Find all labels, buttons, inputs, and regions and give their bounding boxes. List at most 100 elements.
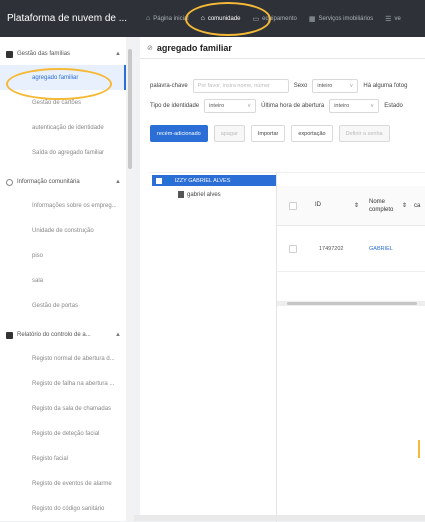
nav-more-label: ve	[394, 15, 401, 22]
bottom-scrollbar[interactable]	[134, 515, 425, 521]
family-icon	[6, 50, 13, 58]
sidebar-item-call-room-log[interactable]: Registo da sala de chamadas	[0, 396, 133, 421]
device-icon: ▭	[252, 15, 260, 23]
new-button[interactable]: recém-adicionado	[150, 125, 208, 142]
sidebar-item-health-code-log[interactable]: Registo do código sanitário	[0, 496, 133, 521]
column-name-label: Nome completo	[369, 198, 394, 213]
chevron-up-icon: ▲	[115, 179, 121, 185]
sidebar-item-cards[interactable]: Gestão de cartões	[0, 90, 133, 115]
delete-button[interactable]: apagar	[213, 125, 245, 142]
tree-toggle-checkbox[interactable]	[156, 177, 162, 184]
nav-real-estate-label: Serviços imobiliários	[318, 15, 374, 22]
row-checkbox[interactable]	[289, 244, 297, 253]
row-id: 17497202	[319, 245, 344, 252]
sidebar-item-household-exit[interactable]: Saída do agregado familiar	[0, 140, 133, 165]
sidebar-item-building-unit[interactable]: Unidade de construção	[0, 218, 133, 243]
tree-node-child[interactable]: gabriel alves	[178, 191, 221, 198]
import-button[interactable]: Importar	[250, 125, 286, 142]
sidebar-group-access-report[interactable]: Relatório do controlo de a... ▲	[0, 324, 133, 346]
keyword-label: palavra-chave	[150, 83, 188, 89]
sidebar-group-label: Informação comunitária	[17, 179, 80, 185]
idtype-select[interactable]: inteiro ∨	[204, 99, 257, 113]
household-tree: 👤 IZZY GABRIEL ALVES gabriel alves	[150, 173, 276, 522]
table-horizontal-scrollbar[interactable]	[277, 301, 425, 306]
sidebar-item-employees[interactable]: Informações sobre os empreg...	[0, 193, 133, 218]
chevron-up-icon: ▲	[115, 332, 121, 338]
household-table: ID ⇕ Nome completo ⇕ ca 17497202 GABRIEL	[276, 173, 425, 522]
sidebar-group-families[interactable]: Gestão das famílias ▲	[0, 43, 133, 65]
select-all-checkbox[interactable]	[289, 201, 297, 210]
report-icon	[6, 331, 13, 339]
main-content: ⊘ agregado familiar palavra-chave Por fa…	[140, 37, 425, 522]
tree-node-child-label: gabriel alves	[187, 191, 221, 198]
nav-equipment-label: equipamento	[262, 15, 297, 22]
lastopen-label: Última hora de abertura	[261, 103, 325, 109]
table-row[interactable]: 17497202 GABRIEL	[277, 226, 425, 272]
sidebar-item-identity[interactable]: autenticação de identidade	[0, 115, 133, 140]
top-nav: ⌂ Página inicial ⌂ comunidade ▭ equipame…	[140, 0, 407, 37]
sidebar-item-open-log[interactable]: Registo normal de abertura d...	[0, 346, 133, 371]
info-icon	[6, 178, 13, 186]
header-checkbox-cell	[277, 201, 309, 210]
chevron-down-icon: ∨	[247, 103, 252, 109]
pin-icon: ⊘	[147, 44, 153, 52]
sidebar-item-room[interactable]: sala	[0, 268, 133, 293]
lastopen-select[interactable]: inteiro ∨	[329, 99, 380, 113]
reset-password-button[interactable]: Definir a senha	[338, 125, 390, 142]
nav-community[interactable]: ⌂ comunidade	[195, 0, 247, 37]
sidebar-item-alarm-log[interactable]: Registo de eventos de alarme	[0, 471, 133, 496]
nav-community-label: comunidade	[207, 15, 241, 22]
column-id-label: ID	[315, 202, 321, 208]
top-navigation-bar: Plataforma de nuvem de ... ⌂ Página inic…	[0, 0, 425, 37]
column-name[interactable]: Nome completo ⇕	[365, 198, 411, 214]
sidebar-item-doors[interactable]: Gestão de portas	[0, 293, 133, 318]
sidebar-group-label: Relatório do controlo de a...	[17, 332, 91, 338]
cursor-marker	[418, 440, 420, 458]
lastopen-select-value: inteiro	[334, 103, 350, 109]
nav-real-estate[interactable]: ▦ Serviços imobiliários	[303, 0, 379, 37]
row-checkbox-cell	[277, 244, 309, 253]
table-header: ID ⇕ Nome completo ⇕ ca	[277, 186, 425, 226]
nav-equipment[interactable]: ▭ equipamento	[247, 0, 303, 37]
tree-node-root[interactable]: 👤 IZZY GABRIEL ALVES	[152, 175, 276, 186]
list-icon: ☰	[385, 15, 392, 23]
chevron-down-icon: ∨	[349, 83, 354, 89]
building-icon	[178, 191, 184, 198]
sidebar-group-community-info[interactable]: Informação comunitária ▲	[0, 171, 133, 193]
table-scrollbar-thumb[interactable]	[287, 302, 417, 305]
column-id[interactable]: ID ⇕	[309, 202, 365, 209]
tree-node-root-label: IZZY GABRIEL ALVES	[174, 177, 231, 184]
state-label: Estado	[384, 103, 403, 109]
sex-label: Sexo	[293, 83, 308, 89]
content-area: 👤 IZZY GABRIEL ALVES gabriel alves ID ⇕ …	[150, 172, 425, 522]
sidebar-item-face-detection-log[interactable]: Registo de deteção facial	[0, 421, 133, 446]
sort-icon[interactable]: ⇕	[354, 202, 359, 209]
sex-select-value: inteiro	[317, 83, 333, 89]
app-title: Plataforma de nuvem de ...	[7, 13, 128, 24]
group-icon: 👤	[165, 177, 172, 184]
export-button[interactable]: exportação	[291, 125, 333, 142]
sidebar-group-label: Gestão das famílias	[17, 51, 71, 57]
sex-select[interactable]: inteiro ∨	[312, 79, 359, 93]
filter-row-2: Tipo de identidade inteiro ∨ Última hora…	[150, 97, 415, 115]
row-name-link[interactable]: GABRIEL	[365, 246, 411, 252]
nav-more[interactable]: ☰ ve	[379, 0, 407, 37]
sidebar-item-household[interactable]: agregado familiar	[0, 65, 126, 90]
sidebar-scrollbar[interactable]	[126, 37, 134, 521]
sort-icon[interactable]: ⇕	[402, 202, 407, 209]
sidebar-item-face-log[interactable]: Registo facial	[0, 446, 133, 471]
home-icon: ⌂	[200, 15, 205, 22]
column-extra: ca	[414, 202, 421, 209]
sidebar-scrollbar-thumb[interactable]	[128, 49, 132, 169]
sidebar-item-floor[interactable]: piso	[0, 243, 133, 268]
action-bar: recém-adicionado apagar Importar exporta…	[140, 117, 425, 142]
filter-form: palavra-chave Por favor, insira nome, nú…	[140, 59, 425, 115]
page-title: agregado familiar	[156, 42, 232, 53]
sidebar: Gestão das famílias ▲ agregado familiar …	[0, 37, 134, 521]
nav-home[interactable]: ⌂ Página inicial	[140, 0, 195, 37]
building-icon: ▦	[308, 15, 316, 23]
chevron-up-icon: ▲	[115, 51, 121, 57]
keyword-input[interactable]: Por favor, insira nome, númer	[192, 79, 289, 93]
chevron-down-icon: ∨	[370, 103, 375, 109]
sidebar-item-open-failure-log[interactable]: Registo de falha na abertura ...	[0, 371, 133, 396]
